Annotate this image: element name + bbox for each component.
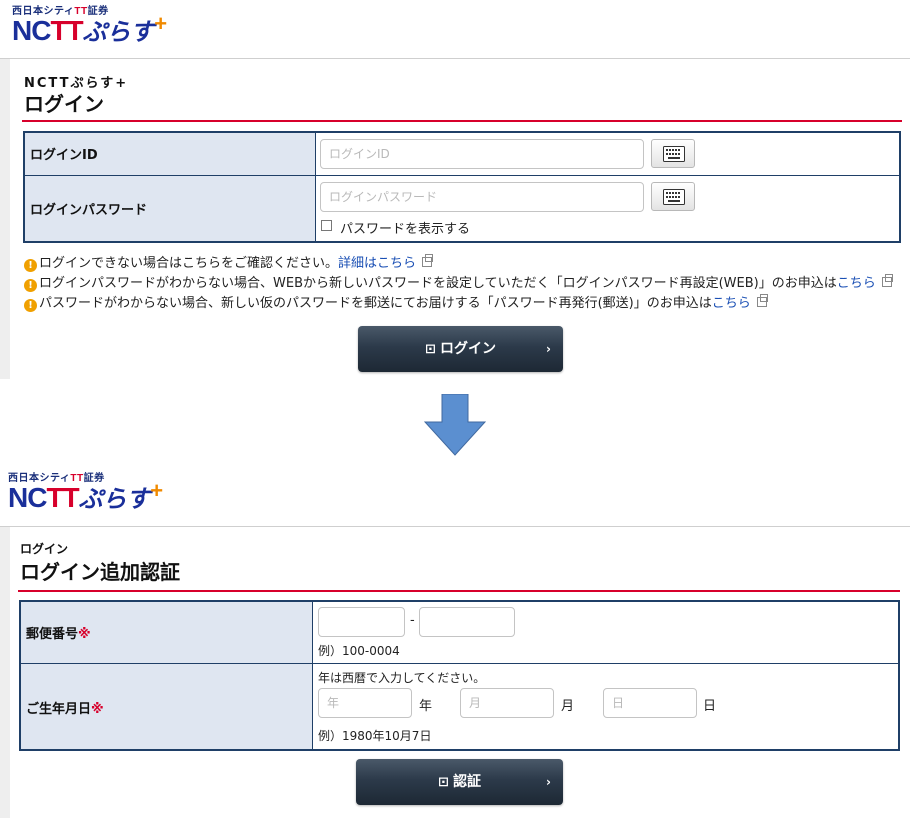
alert-icon: ! <box>24 299 37 312</box>
logo: 西日本シティTT証券 NCTTぷらす+ <box>8 473 163 512</box>
birth-example: 例）1980年10月7日 <box>318 729 432 743</box>
page-title: ログイン <box>24 92 104 116</box>
login-password-input[interactable] <box>320 182 644 212</box>
login-icon: ⊡ <box>425 342 436 357</box>
help-note-2: ! ログインパスワードがわからない場合、WEBから新しいパスワードを設定していただ… <box>24 272 893 292</box>
birthdate-label-cell: ご生年月日※ <box>19 663 313 751</box>
help-note-3: ! パスワードがわからない場合、新しい仮のパスワードを郵送にてお届けする「パスワー… <box>24 292 768 312</box>
help-note-1: ! ログインできない場合はこちらをご確認ください。詳細はこちら <box>24 252 434 272</box>
chevron-right-icon: › <box>546 342 551 356</box>
password-reissue-mail-link[interactable]: こちら <box>712 296 751 311</box>
postal-separator: - <box>410 613 415 628</box>
external-link-icon <box>756 294 768 307</box>
birth-instruction: 年は西暦で入力してください。 <box>318 671 486 685</box>
header-divider <box>0 58 910 59</box>
birth-month-input[interactable] <box>460 688 554 718</box>
title-underline <box>22 120 902 122</box>
postal-code-first-input[interactable] <box>318 607 405 637</box>
postal-code-second-input[interactable] <box>419 607 515 637</box>
birth-day-input[interactable] <box>603 688 697 718</box>
alert-icon: ! <box>24 259 37 272</box>
keyboard-icon[interactable] <box>651 182 695 211</box>
postal-example: 例）100-0004 <box>318 644 400 658</box>
alert-icon: ! <box>24 279 37 292</box>
login-id-input[interactable] <box>320 139 644 169</box>
login-password-label: ログインパスワード <box>23 175 316 242</box>
authenticate-button[interactable]: ⊡ 認証 › <box>356 759 563 805</box>
postal-code-label: 郵便番号 <box>26 626 79 642</box>
external-link-icon <box>881 274 893 287</box>
page-title: ログイン追加認証 <box>20 560 180 584</box>
left-gutter <box>0 59 10 379</box>
chevron-right-icon: › <box>546 775 551 789</box>
logo-wordmark: NCTTぷらす+ <box>8 478 164 513</box>
logo: 西日本シティTT証券 NCTTぷらす+ <box>12 6 167 45</box>
breadcrumb: ログイン <box>20 542 69 556</box>
required-mark: ※ <box>91 701 104 717</box>
keyboard-icon[interactable] <box>651 139 695 168</box>
birthdate-label: ご生年月日 <box>26 701 92 717</box>
postal-code-label-cell: 郵便番号※ <box>19 600 313 664</box>
day-unit: 日 <box>703 699 717 714</box>
required-mark: ※ <box>78 626 91 642</box>
title-underline <box>18 590 900 592</box>
left-gutter <box>0 527 10 818</box>
year-unit: 年 <box>419 699 433 714</box>
logo-wordmark: NCTTぷらす+ <box>12 11 168 46</box>
login-button[interactable]: ⊡ ログイン › <box>358 326 563 372</box>
header-divider <box>0 526 910 527</box>
details-link[interactable]: 詳細はこちら <box>338 256 416 271</box>
show-password-checkbox[interactable] <box>321 220 332 231</box>
password-reset-web-link[interactable]: こちら <box>837 276 876 291</box>
birth-year-input[interactable] <box>318 688 412 718</box>
show-password-label[interactable]: パスワードを表示する <box>340 218 470 237</box>
login-icon: ⊡ <box>438 775 449 790</box>
external-link-icon <box>422 254 434 267</box>
down-arrow-icon <box>424 394 486 456</box>
login-id-label: ログインID <box>23 131 316 176</box>
month-unit: 月 <box>561 699 575 714</box>
